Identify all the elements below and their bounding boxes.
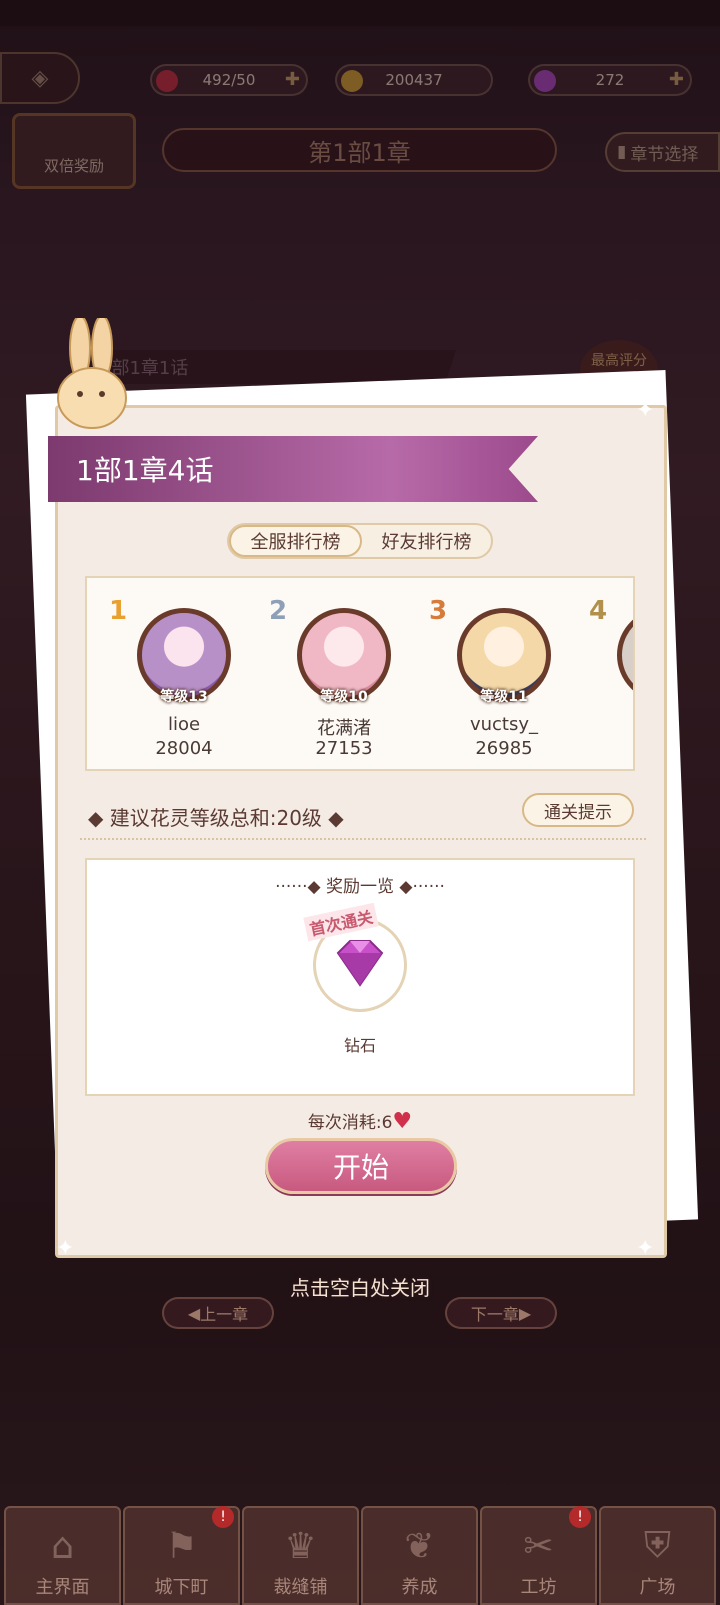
- tab-friend-ranking[interactable]: 好友排行榜: [362, 525, 491, 557]
- stage-title: 1部1章4话: [76, 454, 214, 487]
- next-chapter-button[interactable]: 下一章 ▶: [445, 1297, 557, 1329]
- player-name: 花满渚: [317, 718, 371, 739]
- player-level: 等级10: [320, 689, 368, 705]
- player-level: 等级11: [480, 689, 528, 705]
- player-score: 28004: [155, 738, 213, 759]
- rank-medal: 1: [108, 596, 128, 626]
- suggested-level: ◆ 建议花灵等级总和:20级 ◆: [88, 806, 344, 830]
- rank-medal: 4: [588, 596, 608, 626]
- avatar: [617, 608, 633, 702]
- rank-entry[interactable]: 3 等级11 vuctsy_ 26985: [419, 578, 559, 769]
- player-level: 等级13: [160, 689, 208, 705]
- player-name: vuctsy_: [469, 714, 539, 735]
- home-icon: ⌂: [51, 1526, 74, 1567]
- nav-town[interactable]: ! ⚑ 城下町: [123, 1506, 240, 1605]
- nav-workshop[interactable]: ! ✂ 工坊: [480, 1506, 597, 1605]
- divider: [80, 838, 646, 840]
- rank-entry[interactable]: 4: [579, 578, 633, 769]
- close-hint: 点击空白处关闭: [290, 1276, 430, 1300]
- nav-label: 工坊: [520, 1577, 557, 1598]
- bunny-mascot-icon: [57, 318, 127, 429]
- nav-label: 养成: [401, 1577, 438, 1598]
- rank-medal: 2: [268, 596, 288, 626]
- sparkle-icon: ✦: [636, 398, 655, 423]
- dragon-icon: ❦: [404, 1526, 435, 1567]
- reward-title: ······◆ 奖励一览 ◆······: [275, 877, 445, 897]
- suggested-level-text: 建议花灵等级总和:20级: [109, 806, 322, 830]
- sparkle-icon: ✦: [636, 1236, 655, 1261]
- ranking-tabs: 全服排行榜 好友排行榜: [227, 523, 493, 559]
- heart-icon: ♥: [392, 1109, 413, 1134]
- cost-text: 每次消耗:6: [307, 1113, 393, 1133]
- clear-hint-button[interactable]: 通关提示: [522, 793, 634, 827]
- rank-entry[interactable]: 2 等级10 花满渚 27153: [259, 578, 399, 769]
- nav-plaza[interactable]: ⛨ 广场: [599, 1506, 716, 1605]
- nav-label: 城下町: [154, 1577, 209, 1598]
- next-chapter-label: 下一章: [470, 1305, 519, 1324]
- tab-server-ranking[interactable]: 全服排行榜: [229, 525, 362, 557]
- reward-name: 钻石: [343, 1036, 376, 1055]
- nav-label: 广场: [639, 1577, 676, 1598]
- shield-icon: ⛨: [643, 1525, 671, 1566]
- rank-entry[interactable]: 1 等级13 lioe 28004: [99, 578, 239, 769]
- nav-cultivate[interactable]: ❦ 养成: [361, 1506, 478, 1605]
- player-score: 26985: [475, 738, 533, 759]
- reward-title-text: 奖励一览: [326, 877, 394, 897]
- flag-icon: ⚑: [165, 1526, 198, 1567]
- start-button[interactable]: 开始: [265, 1138, 457, 1194]
- nav-label: 裁缝铺: [273, 1577, 328, 1598]
- player-score: 27153: [315, 738, 373, 759]
- ranking-panel: 1 等级13 lioe 28004 2 等级10 花满渚 27153 3 等级1…: [85, 576, 635, 771]
- nav-tailor[interactable]: ♛ 裁缝铺: [242, 1506, 359, 1605]
- bottom-nav: ⌂ 主界面 ! ⚑ 城下町 ♛ 裁缝铺 ❦ 养成 ! ✂ 工坊 ⛨ 广场: [0, 1506, 720, 1605]
- prev-chapter-button[interactable]: ◀ 上一章: [162, 1297, 274, 1329]
- nav-label: 主界面: [35, 1577, 90, 1598]
- notification-badge: !: [569, 1506, 591, 1528]
- reward-panel: ······◆ 奖励一览 ◆······ 首次通关 钻石: [85, 858, 635, 1096]
- sparkle-icon: ✦: [56, 1236, 75, 1261]
- nav-home[interactable]: ⌂ 主界面: [4, 1506, 121, 1605]
- rank-medal: 3: [428, 596, 448, 626]
- notification-badge: !: [212, 1506, 234, 1528]
- dress-icon: ♛: [284, 1526, 317, 1567]
- stage-title-ribbon: 1部1章4话: [48, 436, 538, 502]
- prev-chapter-label: 上一章: [200, 1305, 249, 1324]
- cost-label: 每次消耗:6♥: [0, 1108, 720, 1134]
- thread-icon: ✂: [523, 1526, 554, 1567]
- player-name: lioe: [167, 714, 201, 735]
